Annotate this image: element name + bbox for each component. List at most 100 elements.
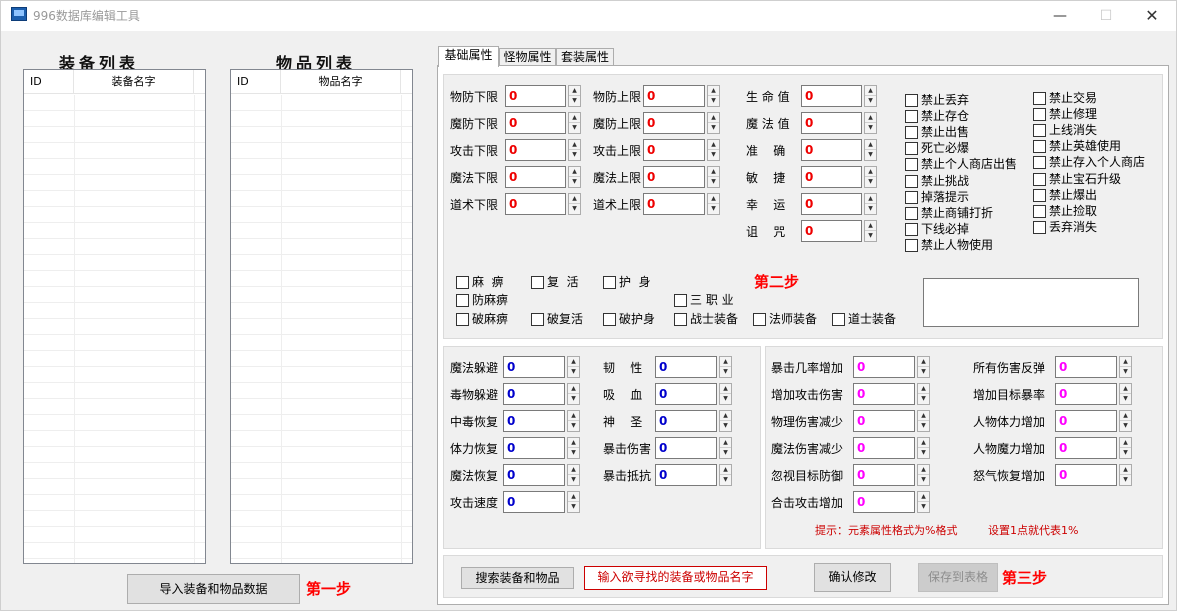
checkbox-box[interactable] (1033, 188, 1046, 202)
arrow-up-icon[interactable]: ▲ (568, 492, 579, 502)
arrow-up-icon[interactable]: ▲ (569, 86, 580, 96)
arrow-up-icon[interactable]: ▲ (720, 384, 731, 394)
arrow-down-icon[interactable]: ▼ (918, 502, 929, 512)
column-equip-name[interactable]: 装备名字 (74, 70, 194, 94)
spin-arrows[interactable]: ▲ ▼ (864, 112, 877, 134)
checkbox-box[interactable] (1033, 204, 1046, 218)
description-memo[interactable] (923, 278, 1139, 327)
checkbox-box[interactable] (905, 158, 918, 172)
spin-arrows[interactable]: ▲ ▼ (567, 491, 580, 513)
spin-arrows[interactable]: ▲ ▼ (707, 193, 720, 215)
arrow-up-icon[interactable]: ▲ (568, 438, 579, 448)
arrow-up-icon[interactable]: ▲ (708, 167, 719, 177)
arrow-up-icon[interactable]: ▲ (918, 492, 929, 502)
arrow-down-icon[interactable]: ▼ (1120, 475, 1131, 485)
spin-arrows[interactable]: ▲ ▼ (1119, 464, 1132, 486)
arrow-down-icon[interactable]: ▼ (708, 150, 719, 160)
arrow-down-icon[interactable]: ▼ (568, 502, 579, 512)
tab-monster-attributes[interactable]: 怪物属性 (499, 48, 556, 66)
resist-stat-value-input[interactable]: 0 (503, 437, 565, 459)
arrow-down-icon[interactable]: ▼ (569, 150, 580, 160)
checkbox-box[interactable] (905, 174, 918, 188)
arrow-up-icon[interactable]: ▲ (865, 140, 876, 150)
arrow-up-icon[interactable]: ▲ (865, 221, 876, 231)
column-item-name[interactable]: 物品名字 (281, 70, 401, 94)
tab-basic-attributes[interactable]: 基础属性 (438, 46, 499, 67)
arrow-up-icon[interactable]: ▲ (569, 167, 580, 177)
element-stat-value-input[interactable]: 0 (853, 410, 915, 432)
arrow-up-icon[interactable]: ▲ (1120, 384, 1131, 394)
arrow-down-icon[interactable]: ▼ (865, 231, 876, 241)
arrow-down-icon[interactable]: ▼ (1120, 367, 1131, 377)
confirm-edit-button[interactable]: 确认修改 (814, 563, 891, 592)
max-stat-value-input[interactable]: 0 (643, 85, 705, 107)
resist-stat-value-input[interactable]: 0 (655, 410, 717, 432)
spin-arrows[interactable]: ▲ ▼ (917, 356, 930, 378)
arrow-up-icon[interactable]: ▲ (1120, 357, 1131, 367)
arrow-down-icon[interactable]: ▼ (708, 204, 719, 214)
arrow-up-icon[interactable]: ▲ (918, 465, 929, 475)
search-button[interactable]: 搜索装备和物品 (461, 567, 574, 589)
min-stat-value-input[interactable]: 0 (505, 166, 566, 188)
arrow-up-icon[interactable]: ▲ (569, 113, 580, 123)
spin-arrows[interactable]: ▲ ▼ (568, 139, 581, 161)
spin-arrows[interactable]: ▲ ▼ (719, 437, 732, 459)
vital-stat-value-input[interactable]: 0 (801, 85, 862, 107)
arrow-up-icon[interactable]: ▲ (720, 411, 731, 421)
resist-stat-value-input[interactable]: 0 (503, 491, 565, 513)
min-stat-value-input[interactable]: 0 (505, 112, 566, 134)
spin-arrows[interactable]: ▲ ▼ (917, 410, 930, 432)
arrow-up-icon[interactable]: ▲ (708, 140, 719, 150)
arrow-up-icon[interactable]: ▲ (918, 384, 929, 394)
checkbox-box[interactable] (1033, 108, 1046, 122)
spin-arrows[interactable]: ▲ ▼ (864, 85, 877, 107)
spin-arrows[interactable]: ▲ ▼ (567, 464, 580, 486)
arrow-up-icon[interactable]: ▲ (918, 357, 929, 367)
resist-stat-value-input[interactable]: 0 (655, 437, 717, 459)
vital-stat-value-input[interactable]: 0 (801, 220, 862, 242)
min-stat-value-input[interactable]: 0 (505, 193, 566, 215)
arrow-up-icon[interactable]: ▲ (568, 465, 579, 475)
save-to-sheet-button[interactable]: 保存到表格 (918, 563, 998, 592)
resist-stat-value-input[interactable]: 0 (503, 356, 565, 378)
checkbox-box[interactable] (1033, 220, 1046, 234)
arrow-down-icon[interactable]: ▼ (918, 394, 929, 404)
arrow-down-icon[interactable]: ▼ (708, 123, 719, 133)
spin-arrows[interactable]: ▲ ▼ (917, 464, 930, 486)
spin-arrows[interactable]: ▲ ▼ (719, 464, 732, 486)
checkbox-box[interactable] (905, 190, 918, 204)
spin-arrows[interactable]: ▲ ▼ (568, 85, 581, 107)
max-stat-value-input[interactable]: 0 (643, 193, 705, 215)
arrow-down-icon[interactable]: ▼ (865, 177, 876, 187)
spin-arrows[interactable]: ▲ ▼ (567, 437, 580, 459)
element-stat-value-input[interactable]: 0 (1055, 410, 1117, 432)
arrow-down-icon[interactable]: ▼ (569, 177, 580, 187)
column-id[interactable]: ID (231, 70, 281, 94)
spin-arrows[interactable]: ▲ ▼ (864, 193, 877, 215)
arrow-down-icon[interactable]: ▼ (708, 177, 719, 187)
minimize-button[interactable]: — (1037, 1, 1083, 31)
arrow-up-icon[interactable]: ▲ (918, 411, 929, 421)
spin-arrows[interactable]: ▲ ▼ (719, 356, 732, 378)
spin-arrows[interactable]: ▲ ▼ (568, 193, 581, 215)
spin-arrows[interactable]: ▲ ▼ (707, 139, 720, 161)
arrow-down-icon[interactable]: ▼ (568, 421, 579, 431)
checkbox-box[interactable] (1033, 124, 1046, 138)
element-stat-value-input[interactable]: 0 (1055, 437, 1117, 459)
element-stat-value-input[interactable]: 0 (853, 464, 915, 486)
arrow-down-icon[interactable]: ▼ (708, 96, 719, 106)
arrow-up-icon[interactable]: ▲ (720, 357, 731, 367)
checkbox-box[interactable] (674, 313, 687, 326)
arrow-down-icon[interactable]: ▼ (1120, 421, 1131, 431)
min-stat-value-input[interactable]: 0 (505, 85, 566, 107)
column-id[interactable]: ID (24, 70, 74, 94)
arrow-down-icon[interactable]: ▼ (568, 475, 579, 485)
resist-stat-value-input[interactable]: 0 (503, 464, 565, 486)
arrow-up-icon[interactable]: ▲ (568, 384, 579, 394)
checkbox-box[interactable] (531, 276, 544, 289)
import-data-button[interactable]: 导入装备和物品数据 (127, 574, 300, 604)
element-stat-value-input[interactable]: 0 (853, 437, 915, 459)
spin-arrows[interactable]: ▲ ▼ (917, 491, 930, 513)
element-stat-value-input[interactable]: 0 (853, 383, 915, 405)
resist-stat-value-input[interactable]: 0 (655, 356, 717, 378)
